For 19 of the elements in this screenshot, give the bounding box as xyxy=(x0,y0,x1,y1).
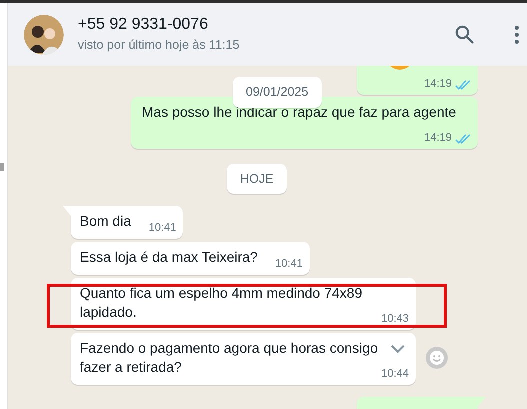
date-chip: HOJE xyxy=(227,164,287,194)
message-bubble[interactable]: Bom dia 10:41 xyxy=(71,206,184,239)
message-bubble[interactable]: Essa loja é da max Teixeira? 10:41 xyxy=(71,242,310,275)
message-time: 10:43 xyxy=(381,312,409,327)
message-text: Quanto fica um espelho 4mm medindo 74x89 lapidado. xyxy=(80,285,362,320)
message-time: 14:19 xyxy=(424,77,452,92)
message-text: Essa loja é da max Teixeira? xyxy=(80,249,258,265)
message-text: Fazendo o pagamento agora que horas consigo fazer a retirada? xyxy=(80,340,378,375)
message-bubble[interactable]: Fazendo o pagamento agora que horas consigo fazer a retirada? 10:44 xyxy=(71,333,416,385)
message-time: 10:41 xyxy=(275,257,303,272)
last-seen-status: visto por último hoje às 11:15 xyxy=(78,37,241,54)
message-time: 10:41 xyxy=(148,221,176,236)
message-bubble[interactable]: 14:19 xyxy=(357,66,478,95)
message-time: 14:19 xyxy=(424,131,452,146)
message-text: Bom dia xyxy=(80,213,132,229)
message-bubble[interactable]: Mas posso lhe indicar o rapaz que faz para agente 14:19 xyxy=(131,97,478,149)
contact-name: +55 92 9331-0076 xyxy=(78,15,210,35)
date-chip: 09/01/2025 xyxy=(233,77,322,108)
message-time: 10:44 xyxy=(381,367,409,382)
